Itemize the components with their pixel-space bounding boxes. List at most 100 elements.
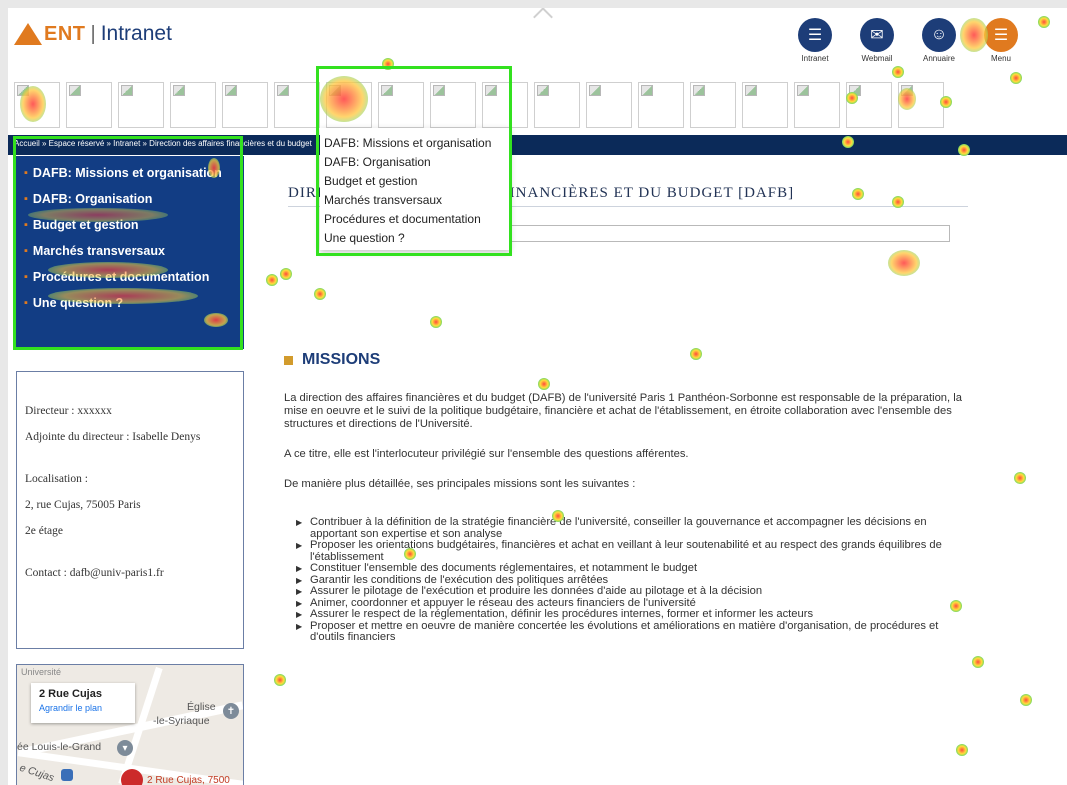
thumbnail-image[interactable]: [118, 82, 164, 128]
side-menu-item-question[interactable]: ▪ Une question ?: [24, 296, 234, 311]
list-item-text: Assurer le pilotage de l'exécution et pr…: [310, 585, 763, 597]
arrow-bullet-icon: ▶: [296, 598, 303, 608]
floor-text: 2e étage: [25, 525, 63, 537]
arrow-bullet-icon: ▶: [296, 564, 303, 573]
thumbnail-image[interactable]: [430, 82, 476, 128]
missions-content: La direction des affaires financières et…: [284, 392, 974, 644]
shortcut-webmail[interactable]: ✉ Webmail: [851, 18, 903, 63]
thumbnail-image[interactable]: [274, 82, 320, 128]
dropdown-item-procedures[interactable]: Procédures et documentation: [324, 210, 510, 229]
list-item-text: Assurer le respect de la réglementation,…: [310, 608, 814, 620]
list-item: ▶ Proposer les orientations budgétaires, …: [296, 539, 974, 563]
map-pin-label: 2 Rue Cujas, 7500: [147, 775, 230, 785]
thumbnail-image[interactable]: [794, 82, 840, 128]
thumbnail-image[interactable]: [482, 82, 528, 128]
embedded-map[interactable]: Université Église -le-Syriaque ✝ ée Loui…: [16, 664, 244, 785]
thumbnail-row: [14, 82, 950, 128]
side-menu-label: Une question ?: [32, 296, 124, 310]
list-item-text: Animer, coordonner et appuyer le réseau …: [310, 596, 696, 609]
shortcut-label: Menu: [990, 54, 1011, 63]
thumbnail-image[interactable]: [534, 82, 580, 128]
map-label-lycee: ée Louis-le-Grand: [17, 741, 102, 753]
directory-icon: ☺: [922, 18, 956, 52]
page: ENT | Intranet ☰ Intranet ✉ Webmail ☺ An…: [8, 8, 1067, 785]
intranet-icon: ☰: [798, 18, 832, 52]
missions-paragraph-3: De manière plus détaillée, ses principal…: [284, 478, 636, 490]
arrow-bullet-icon: ▶: [296, 518, 303, 527]
shortcut-label: Webmail: [861, 54, 893, 63]
dropdown-item-organisation[interactable]: DAFB: Organisation: [324, 153, 510, 172]
contact-email[interactable]: Contact : dafb@univ-paris1.fr: [25, 566, 235, 580]
director-text: Directeur : xxxxxx: [25, 405, 112, 417]
thumbnail-image[interactable]: [898, 82, 944, 128]
dropdown-item-budget[interactable]: Budget et gestion: [324, 172, 510, 191]
list-item: ▶ Contribuer à la définition de la straté…: [296, 516, 974, 540]
dropdown-item-marches[interactable]: Marchés transversaux: [324, 191, 510, 210]
shortcut-menu[interactable]: ☰ Menu: [975, 18, 1027, 63]
ent-logo[interactable]: ENT | Intranet: [14, 22, 172, 46]
bullet-icon: ▪: [24, 219, 28, 231]
heatmap-spot: [280, 268, 292, 280]
side-menu-item-budget[interactable]: ▪ Budget et gestion: [24, 218, 234, 233]
transit-icon: [61, 769, 73, 781]
chevron-up-icon[interactable]: [533, 8, 553, 27]
thumbnail-image[interactable]: [846, 82, 892, 128]
contact-info-box: Directeur : xxxxxx Adjointe du directeur…: [16, 371, 244, 649]
heatmap-spot: [972, 656, 984, 668]
shortcut-annuaire[interactable]: ☺ Annuaire: [913, 18, 965, 63]
shortcut-label: Intranet: [801, 54, 829, 63]
thumbnail-image[interactable]: [14, 82, 60, 128]
shortcut-intranet[interactable]: ☰ Intranet: [789, 18, 841, 63]
map-enlarge-link[interactable]: Agrandir le plan: [39, 703, 127, 713]
thumbnail-image[interactable]: [170, 82, 216, 128]
dropdown-item-missions[interactable]: DAFB: Missions et organisation: [324, 134, 510, 153]
thumbnail-image[interactable]: [378, 82, 424, 128]
list-item-text: Proposer les orientations budgétaires, f…: [310, 539, 942, 563]
missions-list: ▶ Contribuer à la définition de la straté…: [284, 516, 974, 644]
thumbnail-image[interactable]: [66, 82, 112, 128]
side-menu-item-organisation[interactable]: ▪ DAFB: Organisation: [24, 192, 234, 207]
heading-square-icon: [284, 355, 293, 365]
location-label: Localisation :: [25, 473, 88, 485]
thumbnail-image[interactable]: [326, 82, 372, 128]
map-pin-icon[interactable]: [121, 769, 143, 785]
missions-heading-text: MISSIONS: [302, 351, 381, 368]
search-input[interactable]: [508, 225, 950, 242]
thumbnail-image[interactable]: [690, 82, 736, 128]
menu-icon: ☰: [984, 18, 1018, 52]
dropdown-menu: DAFB: Missions et organisation DAFB: Org…: [320, 128, 510, 250]
heatmap-spot: [314, 288, 326, 300]
side-menu-label: Procédures et documentation: [32, 270, 210, 284]
list-item-text: Garantir les conditions de l'exécution d…: [310, 573, 609, 586]
heatmap-spot: [1020, 694, 1032, 706]
map-card-title: 2 Rue Cujas: [39, 688, 102, 700]
bullet-icon: ▪: [24, 193, 28, 205]
side-menu-label: DAFB: Missions et organisation: [32, 166, 222, 180]
side-menu: ▪ DAFB: Missions et organisation ▪ DAFB: O…: [14, 156, 244, 349]
map-label-univ: Université: [21, 667, 62, 677]
side-menu-item-procedures[interactable]: ▪ Procédures et documentation: [24, 270, 234, 285]
map-info-card: 2 Rue Cujas Agrandir le plan: [31, 683, 135, 723]
heatmap-spot: [690, 348, 702, 360]
deputy-text: Adjointe du directeur : Isabelle Denys: [25, 431, 201, 443]
side-menu-label: DAFB: Organisation: [32, 192, 153, 206]
list-item-text: Proposer et mettre en oeuvre de manière …: [310, 619, 939, 643]
heatmap-spot: [266, 274, 278, 286]
missions-paragraph-2: A ce titre, elle est l'interlocuteur pri…: [284, 448, 689, 460]
logo-intranet-text: Intranet: [100, 22, 172, 45]
missions-heading: MISSIONS: [284, 351, 380, 369]
thumbnail-image[interactable]: [742, 82, 788, 128]
side-menu-item-missions[interactable]: ▪ DAFB: Missions et organisation: [24, 166, 234, 181]
breadcrumb[interactable]: Accueil » Espace réservé » Intranet » Di…: [14, 139, 312, 148]
dropdown-item-question[interactable]: Une question ?: [324, 229, 510, 248]
thumbnail-image[interactable]: [638, 82, 684, 128]
thumbnail-image[interactable]: [222, 82, 268, 128]
heatmap-spot: [430, 316, 442, 328]
heatmap-spot: [274, 674, 286, 686]
heatmap-spot: [956, 744, 968, 756]
missions-paragraph-1: La direction des affaires financières et…: [284, 392, 962, 430]
thumbnail-image[interactable]: [586, 82, 632, 128]
side-menu-label: Budget et gestion: [32, 218, 139, 232]
logo-ent-text: ENT: [44, 22, 86, 45]
side-menu-item-marches[interactable]: ▪ Marchés transversaux: [24, 244, 234, 259]
